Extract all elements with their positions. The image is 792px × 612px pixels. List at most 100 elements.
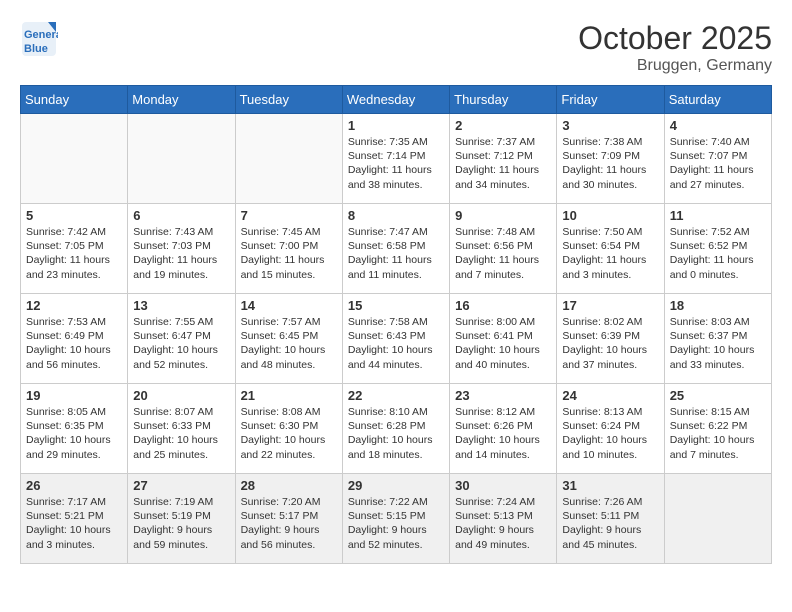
day-info: Sunrise: 7:45 AM Sunset: 7:00 PM Dayligh… [241, 225, 337, 282]
day-number: 9 [455, 208, 551, 223]
calendar-cell: 3 Sunrise: 7:38 AM Sunset: 7:09 PM Daylig… [557, 114, 664, 204]
calendar-cell [664, 474, 771, 564]
calendar-cell: 4Sunrise: 7:40 AM Sunset: 7:07 PM Daylig… [664, 114, 771, 204]
day-info: Sunrise: 7:24 AM Sunset: 5:13 PM Dayligh… [455, 495, 551, 552]
day-number: 17 [562, 298, 658, 313]
day-info: Sunrise: 8:07 AM Sunset: 6:33 PM Dayligh… [133, 405, 229, 462]
calendar-cell: 28 Sunrise: 7:20 AM Sunset: 5:17 PM Dayli… [235, 474, 342, 564]
calendar-cell: 11Sunrise: 7:52 AM Sunset: 6:52 PM Dayli… [664, 204, 771, 294]
day-info: Sunrise: 7:20 AM Sunset: 5:17 PM Dayligh… [241, 495, 337, 552]
calendar-cell: 9 Sunrise: 7:48 AM Sunset: 6:56 PM Daylig… [450, 204, 557, 294]
calendar-cell: 26Sunrise: 7:17 AM Sunset: 5:21 PM Dayli… [21, 474, 128, 564]
calendar-cell: 5 Sunrise: 7:42 AM Sunset: 7:05 PM Daylig… [21, 204, 128, 294]
day-number: 10 [562, 208, 658, 223]
day-info: Sunrise: 7:26 AM Sunset: 5:11 PM Dayligh… [562, 495, 658, 552]
day-info: Sunrise: 7:52 AM Sunset: 6:52 PM Dayligh… [670, 225, 766, 282]
svg-text:Blue: Blue [24, 43, 48, 55]
calendar-cell: 20 Sunrise: 8:07 AM Sunset: 6:33 PM Dayli… [128, 384, 235, 474]
day-info: Sunrise: 8:08 AM Sunset: 6:30 PM Dayligh… [241, 405, 337, 462]
calendar-cell: 1 Sunrise: 7:35 AM Sunset: 7:14 PM Daylig… [342, 114, 449, 204]
day-info: Sunrise: 8:00 AM Sunset: 6:41 PM Dayligh… [455, 315, 551, 372]
col-saturday: Saturday [664, 86, 771, 114]
location: Bruggen, Germany [578, 57, 772, 75]
calendar-cell: 17 Sunrise: 8:02 AM Sunset: 6:39 PM Dayli… [557, 294, 664, 384]
calendar-cell [21, 114, 128, 204]
calendar-cell: 23 Sunrise: 8:12 AM Sunset: 6:26 PM Dayli… [450, 384, 557, 474]
calendar-week-row: 5 Sunrise: 7:42 AM Sunset: 7:05 PM Daylig… [21, 204, 772, 294]
calendar-cell: 2 Sunrise: 7:37 AM Sunset: 7:12 PM Daylig… [450, 114, 557, 204]
day-info: Sunrise: 7:37 AM Sunset: 7:12 PM Dayligh… [455, 135, 551, 192]
svg-text:General: General [24, 29, 58, 41]
day-info: Sunrise: 7:40 AM Sunset: 7:07 PM Dayligh… [670, 135, 766, 192]
day-info: Sunrise: 8:10 AM Sunset: 6:28 PM Dayligh… [348, 405, 444, 462]
calendar-cell: 14 Sunrise: 7:57 AM Sunset: 6:45 PM Dayli… [235, 294, 342, 384]
day-info: Sunrise: 7:53 AM Sunset: 6:49 PM Dayligh… [26, 315, 122, 372]
calendar-cell: 8 Sunrise: 7:47 AM Sunset: 6:58 PM Daylig… [342, 204, 449, 294]
day-number: 30 [455, 478, 551, 493]
day-number: 15 [348, 298, 444, 313]
col-friday: Friday [557, 86, 664, 114]
day-info: Sunrise: 7:55 AM Sunset: 6:47 PM Dayligh… [133, 315, 229, 372]
day-info: Sunrise: 7:47 AM Sunset: 6:58 PM Dayligh… [348, 225, 444, 282]
day-number: 28 [241, 478, 337, 493]
day-number: 14 [241, 298, 337, 313]
day-number: 7 [241, 208, 337, 223]
day-number: 19 [26, 388, 122, 403]
day-info: Sunrise: 7:58 AM Sunset: 6:43 PM Dayligh… [348, 315, 444, 372]
day-info: Sunrise: 7:42 AM Sunset: 7:05 PM Dayligh… [26, 225, 122, 282]
day-number: 1 [348, 118, 444, 133]
day-info: Sunrise: 7:48 AM Sunset: 6:56 PM Dayligh… [455, 225, 551, 282]
day-info: Sunrise: 8:02 AM Sunset: 6:39 PM Dayligh… [562, 315, 658, 372]
day-info: Sunrise: 8:03 AM Sunset: 6:37 PM Dayligh… [670, 315, 766, 372]
calendar-cell: 16 Sunrise: 8:00 AM Sunset: 6:41 PM Dayli… [450, 294, 557, 384]
day-number: 8 [348, 208, 444, 223]
calendar-week-row: 26Sunrise: 7:17 AM Sunset: 5:21 PM Dayli… [21, 474, 772, 564]
day-info: Sunrise: 7:38 AM Sunset: 7:09 PM Dayligh… [562, 135, 658, 192]
calendar-cell: 10 Sunrise: 7:50 AM Sunset: 6:54 PM Dayli… [557, 204, 664, 294]
day-number: 16 [455, 298, 551, 313]
title-block: October 2025 Bruggen, Germany [578, 20, 772, 75]
day-number: 12 [26, 298, 122, 313]
day-number: 6 [133, 208, 229, 223]
day-number: 13 [133, 298, 229, 313]
logo: General Blue [20, 20, 58, 58]
day-number: 22 [348, 388, 444, 403]
logo-icon: General Blue [20, 20, 58, 58]
col-sunday: Sunday [21, 86, 128, 114]
day-number: 2 [455, 118, 551, 133]
day-info: Sunrise: 7:35 AM Sunset: 7:14 PM Dayligh… [348, 135, 444, 192]
day-number: 5 [26, 208, 122, 223]
day-info: Sunrise: 7:17 AM Sunset: 5:21 PM Dayligh… [26, 495, 122, 552]
calendar-cell: 19 Sunrise: 8:05 AM Sunset: 6:35 PM Dayli… [21, 384, 128, 474]
month-title: October 2025 [578, 20, 772, 57]
col-thursday: Thursday [450, 86, 557, 114]
day-number: 20 [133, 388, 229, 403]
day-info: Sunrise: 7:50 AM Sunset: 6:54 PM Dayligh… [562, 225, 658, 282]
calendar-cell: 13 Sunrise: 7:55 AM Sunset: 6:47 PM Dayli… [128, 294, 235, 384]
day-number: 21 [241, 388, 337, 403]
calendar-table: Sunday Monday Tuesday Wednesday Thursday… [20, 85, 772, 564]
calendar-week-row: 19 Sunrise: 8:05 AM Sunset: 6:35 PM Dayli… [21, 384, 772, 474]
col-wednesday: Wednesday [342, 86, 449, 114]
calendar-cell: 25Sunrise: 8:15 AM Sunset: 6:22 PM Dayli… [664, 384, 771, 474]
day-info: Sunrise: 7:43 AM Sunset: 7:03 PM Dayligh… [133, 225, 229, 282]
page-header: General Blue October 2025 Bruggen, Germa… [20, 20, 772, 75]
day-number: 3 [562, 118, 658, 133]
calendar-week-row: 12 Sunrise: 7:53 AM Sunset: 6:49 PM Dayli… [21, 294, 772, 384]
day-number: 29 [348, 478, 444, 493]
day-info: Sunrise: 7:22 AM Sunset: 5:15 PM Dayligh… [348, 495, 444, 552]
day-number: 24 [562, 388, 658, 403]
calendar-cell [128, 114, 235, 204]
day-info: Sunrise: 8:05 AM Sunset: 6:35 PM Dayligh… [26, 405, 122, 462]
calendar-cell: 12 Sunrise: 7:53 AM Sunset: 6:49 PM Dayli… [21, 294, 128, 384]
calendar-cell: 22 Sunrise: 8:10 AM Sunset: 6:28 PM Dayli… [342, 384, 449, 474]
day-info: Sunrise: 7:57 AM Sunset: 6:45 PM Dayligh… [241, 315, 337, 372]
calendar-cell: 29 Sunrise: 7:22 AM Sunset: 5:15 PM Dayli… [342, 474, 449, 564]
calendar-cell [235, 114, 342, 204]
calendar-week-row: 1 Sunrise: 7:35 AM Sunset: 7:14 PM Daylig… [21, 114, 772, 204]
day-number: 23 [455, 388, 551, 403]
day-info: Sunrise: 7:19 AM Sunset: 5:19 PM Dayligh… [133, 495, 229, 552]
calendar-cell: 21 Sunrise: 8:08 AM Sunset: 6:30 PM Dayli… [235, 384, 342, 474]
day-info: Sunrise: 8:12 AM Sunset: 6:26 PM Dayligh… [455, 405, 551, 462]
day-number: 18 [670, 298, 766, 313]
